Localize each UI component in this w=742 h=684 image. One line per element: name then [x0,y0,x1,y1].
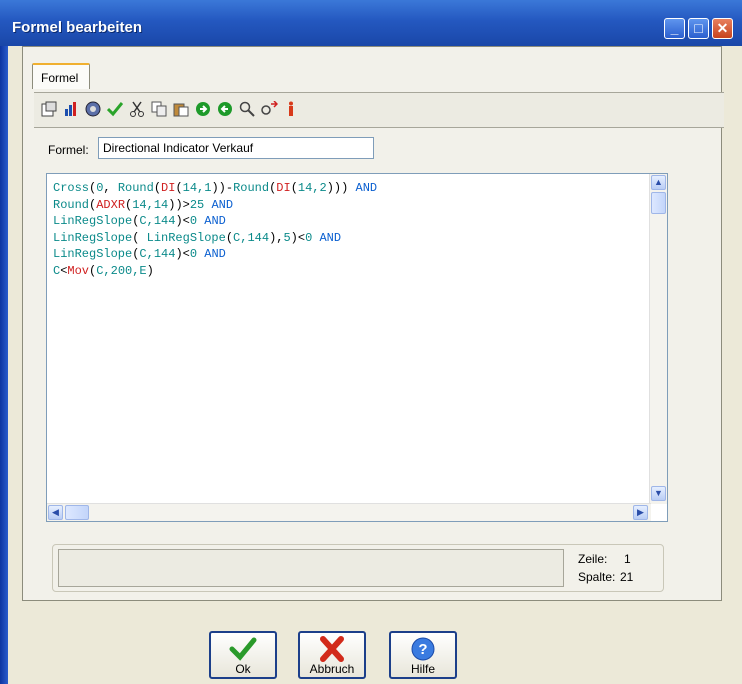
maximize-button[interactable]: □ [688,18,709,39]
abbruch-button[interactable]: Abbruch [298,631,366,679]
window-title: Formel bearbeiten [12,19,143,36]
chart-icon[interactable] [62,101,80,119]
cut-icon[interactable] [128,101,146,119]
formel-name-input[interactable] [98,137,374,159]
check-icon [211,636,275,664]
scroll-down-icon[interactable]: ▼ [651,486,666,501]
vertical-scroll-thumb[interactable] [651,192,666,214]
forward-icon[interactable] [194,101,212,119]
info-icon[interactable] [282,101,300,119]
code-line: C<Mov(C,200,E) [53,263,154,278]
properties-icon[interactable] [40,101,58,119]
zeile-label: Zeile: [578,552,608,566]
copy-icon[interactable] [150,101,168,119]
abbruch-label: Abbruch [309,662,355,676]
minimize-icon: _ [670,20,679,36]
formula-code[interactable]: Cross(0, Round(DI(14,1))-Round(DI(14,2))… [53,180,643,279]
close-button[interactable]: ✕ [712,18,733,39]
tab-formel[interactable]: Formel [32,63,90,89]
help-icon: ? [391,636,455,664]
ok-button[interactable]: Ok [209,631,277,679]
scroll-left-icon[interactable]: ◀ [48,505,63,520]
vertical-scrollbar[interactable]: ▲ ▼ [649,174,667,504]
title-bar: Formel bearbeiten _ □ ✕ [0,0,742,46]
back-icon[interactable] [216,101,234,119]
zeile-value: 1 [624,552,631,566]
formula-editor[interactable]: Cross(0, Round(DI(14,1))-Round(DI(14,2))… [46,173,668,522]
globe-icon[interactable] [84,101,102,119]
maximize-icon: □ [694,20,703,36]
code-line: Round(ADXR(14,14))>25 AND [53,197,234,212]
code-line: LinRegSlope( LinRegSlope(C,144),5)<0 AND [53,230,342,245]
svg-text:?: ? [418,641,427,658]
code-line: LinRegSlope(C,144)<0 AND [53,247,226,261]
toolbar [34,92,724,128]
hilfe-label: Hilfe [410,662,435,676]
replace-icon[interactable] [260,100,279,119]
paste-icon[interactable] [172,101,190,119]
scroll-up-icon[interactable]: ▲ [651,175,666,190]
cancel-icon [300,636,364,664]
horizontal-scroll-thumb[interactable] [65,505,89,520]
minimize-button[interactable]: _ [664,18,685,39]
close-icon: ✕ [716,20,729,36]
spalte-label: Spalte: [578,570,616,584]
hilfe-button[interactable]: ? Hilfe [389,631,457,679]
scroll-right-icon[interactable]: ▶ [633,505,648,520]
formel-label: Formel: [48,143,89,157]
code-line: Cross(0, Round(DI(14,1))-Round(DI(14,2))… [53,181,378,195]
check-icon[interactable] [106,101,124,119]
window-frame [0,46,8,684]
status-message-box [58,549,564,587]
code-line: LinRegSlope(C,144)<0 AND [53,214,226,228]
spalte-value: 21 [620,570,634,584]
search-icon[interactable] [238,101,256,119]
ok-label: Ok [235,662,251,676]
horizontal-scrollbar[interactable]: ◀ ▶ [47,503,651,521]
